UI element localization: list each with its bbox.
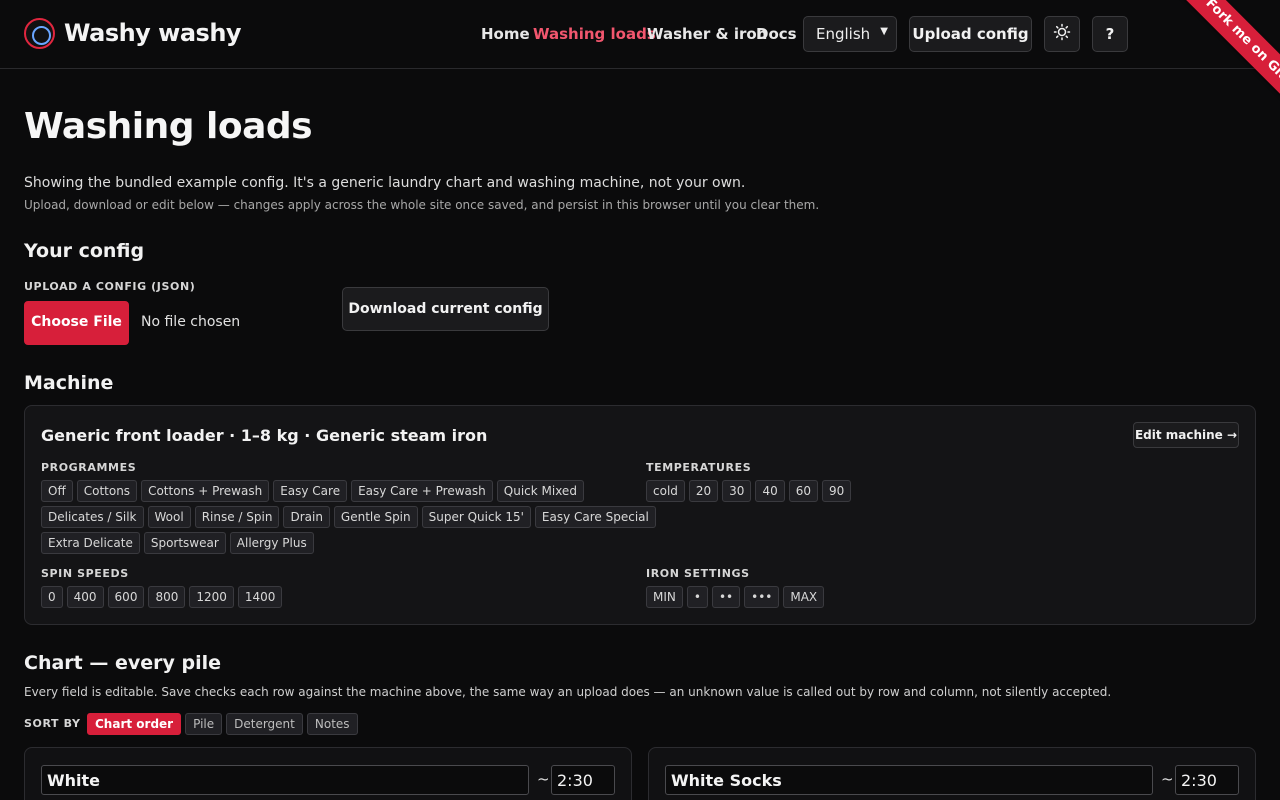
temperature-chip: 30 (722, 480, 752, 502)
programme-chip: Cottons (76, 480, 138, 502)
programme-chip: Wool (147, 506, 191, 528)
github-ribbon: Fork me on GitHub (1150, 0, 1280, 130)
machine-heading: Machine (24, 372, 114, 394)
programme-chip: Easy Care + Prewash (351, 480, 493, 502)
iron-setting-chip: ••• (744, 586, 780, 608)
programme-chip: Super Quick 15' (421, 506, 531, 528)
programme-chip: Quick Mixed (496, 480, 584, 502)
iron-setting-chip: MAX (783, 586, 825, 608)
chart-heading: Chart — every pile (24, 652, 222, 674)
spin-speed-chip: 0 (41, 586, 63, 608)
spin-speeds-label: SPIN SPEEDS (41, 567, 129, 580)
pile-card: White Socks ~ 2:30 (648, 747, 1256, 800)
temperature-chip: 90 (822, 480, 852, 502)
temperature-chip: cold (646, 480, 685, 502)
temperatures-label: TEMPERATURES (646, 461, 752, 474)
programme-chip: Easy Care (273, 480, 348, 502)
download-config-button[interactable]: Download current config (342, 287, 549, 331)
sort-options: Chart order Pile Detergent Notes (87, 713, 358, 735)
programme-chip: Extra Delicate (41, 532, 140, 554)
choose-file-button[interactable]: Choose File (24, 301, 129, 345)
intro-subtext: Upload, download or edit below — changes… (24, 198, 820, 212)
chevron-down-icon: ▼ (880, 26, 888, 37)
programme-chip: Off (41, 480, 73, 502)
language-value: English (816, 25, 871, 43)
pile-name-input[interactable]: White Socks (665, 765, 1153, 795)
spin-speed-chip: 800 (148, 586, 186, 608)
pile-time-input[interactable]: 2:30 (551, 765, 615, 795)
programme-chip: Gentle Spin (333, 506, 418, 528)
top-bar: Washy washy Home Washing loads Washer & … (0, 0, 1280, 69)
theme-toggle-button[interactable] (1044, 16, 1080, 52)
nav-washer-iron[interactable]: Washer & iron (647, 25, 767, 43)
iron-settings-label: IRON SETTINGS (646, 567, 750, 580)
programmes-row-3: Extra Delicate Sportswear Allergy Plus (41, 532, 314, 554)
iron-setting-chip: • (686, 586, 708, 608)
language-select[interactable]: English ▼ (803, 16, 897, 52)
spin-speed-chip: 1400 (237, 586, 283, 608)
help-button[interactable]: ? (1092, 16, 1128, 52)
sort-by-label: SORT BY (24, 717, 81, 730)
programmes-row-2: Delicates / Silk Wool Rinse / Spin Drain… (41, 506, 656, 528)
edit-machine-button[interactable]: Edit machine → (1133, 422, 1239, 448)
pile-time-input[interactable]: 2:30 (1175, 765, 1239, 795)
temperatures-row: cold 20 30 40 60 90 (646, 480, 852, 502)
approx-symbol: ~ (537, 770, 550, 788)
programme-chip: Rinse / Spin (194, 506, 280, 528)
nav-washing-loads[interactable]: Washing loads (533, 25, 656, 43)
sort-notes[interactable]: Notes (306, 713, 358, 735)
brand-name[interactable]: Washy washy (64, 19, 242, 47)
programmes-label: PROGRAMMES (41, 461, 137, 474)
page-title: Washing loads (24, 106, 313, 147)
iron-setting-chip: MIN (646, 586, 683, 608)
sun-icon (1053, 23, 1071, 41)
programme-chip: Delicates / Silk (41, 506, 144, 528)
pile-name-input[interactable]: White (41, 765, 529, 795)
upload-config-button[interactable]: Upload config (909, 16, 1032, 52)
sort-detergent[interactable]: Detergent (226, 713, 303, 735)
approx-symbol: ~ (1161, 770, 1174, 788)
spin-speed-chip: 600 (107, 586, 145, 608)
chart-description: Every field is editable. Save checks eac… (24, 685, 1112, 699)
programmes-row-1: Off Cottons Cottons + Prewash Easy Care … (41, 480, 584, 502)
nav-home[interactable]: Home (481, 25, 530, 43)
sort-pile[interactable]: Pile (185, 713, 223, 735)
sort-chart-order[interactable]: Chart order (87, 713, 182, 735)
iron-settings-row: MIN • •• ••• MAX (646, 586, 825, 608)
nav-docs[interactable]: Docs (756, 25, 797, 43)
spin-speed-chip: 400 (66, 586, 104, 608)
file-status: No file chosen (141, 314, 241, 330)
programme-chip: Sportswear (143, 532, 226, 554)
spin-speed-chip: 1200 (189, 586, 234, 608)
programme-chip: Cottons + Prewash (141, 480, 270, 502)
intro-text: Showing the bundled example config. It's… (24, 175, 746, 191)
fork-on-github-link[interactable]: Fork me on GitHub (1175, 0, 1280, 130)
programme-chip: Drain (283, 506, 330, 528)
programme-chip: Allergy Plus (229, 532, 314, 554)
temperature-chip: 20 (688, 480, 719, 502)
programme-chip: Easy Care Special (534, 506, 656, 528)
spin-speeds-row: 0 400 600 800 1200 1400 (41, 586, 283, 608)
temperature-chip: 60 (788, 480, 819, 502)
upload-config-label: UPLOAD A CONFIG (JSON) (24, 280, 196, 293)
pile-card: White ~ 2:30 (24, 747, 632, 800)
washing-drum-icon[interactable] (24, 18, 55, 49)
iron-setting-chip: •• (711, 586, 741, 608)
machine-card: Generic front loader · 1–8 kg · Generic … (24, 405, 1256, 625)
temperature-chip: 40 (755, 480, 785, 502)
config-heading: Your config (24, 240, 145, 262)
machine-title: Generic front loader · 1–8 kg · Generic … (41, 426, 488, 445)
